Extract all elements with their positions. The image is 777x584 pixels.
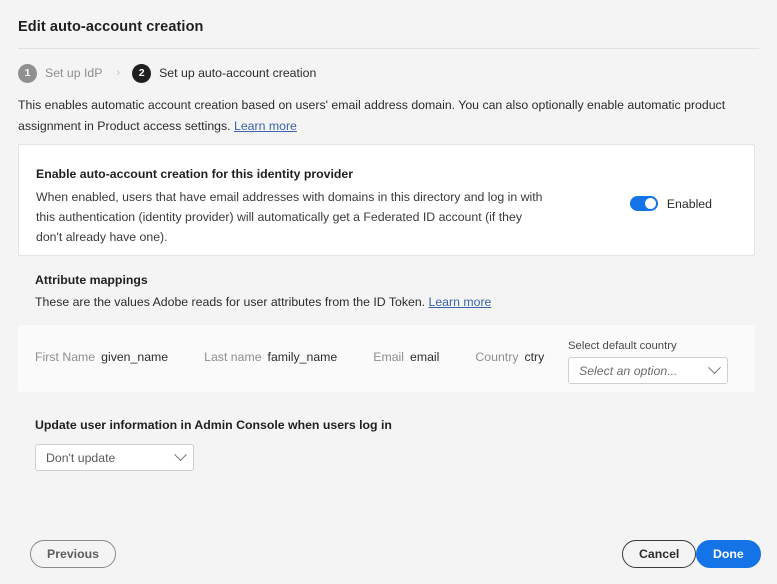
update-user-info-select-value: Don't update bbox=[46, 451, 115, 465]
chevron-down-icon bbox=[174, 448, 187, 461]
attribute-mapping-email: Email email bbox=[373, 350, 439, 364]
default-country-label: Select default country bbox=[568, 340, 728, 352]
toggle-knob-icon bbox=[645, 198, 656, 209]
header-divider bbox=[18, 48, 759, 49]
step-1-number: 1 bbox=[18, 64, 37, 83]
stepper-step-1[interactable]: 1 Set up IdP bbox=[18, 64, 102, 83]
intro-text: This enables automatic account creation … bbox=[18, 98, 725, 133]
attribute-mappings-heading: Attribute mappings bbox=[35, 273, 148, 287]
enable-card-text-block: Enable auto-account creation for this id… bbox=[36, 167, 546, 247]
attribute-mappings-subtext-row: These are the values Adobe reads for use… bbox=[35, 295, 491, 309]
previous-button[interactable]: Previous bbox=[30, 540, 116, 568]
attribute-key: Last name bbox=[204, 350, 261, 364]
attribute-value: ctry bbox=[524, 350, 544, 364]
wizard-stepper: 1 Set up IdP › 2 Set up auto-account cre… bbox=[18, 62, 316, 84]
step-1-label: Set up IdP bbox=[45, 66, 102, 80]
step-2-number: 2 bbox=[132, 64, 151, 83]
attribute-key: Email bbox=[373, 350, 404, 364]
enable-toggle-group: Enabled bbox=[630, 196, 712, 211]
attribute-value: family_name bbox=[268, 350, 338, 364]
enable-auto-account-card: Enable auto-account creation for this id… bbox=[18, 144, 755, 256]
attribute-mapping-last-name: Last name family_name bbox=[204, 350, 337, 364]
stepper-separator-icon: › bbox=[116, 68, 120, 79]
update-user-info-select[interactable]: Don't update bbox=[35, 444, 194, 471]
update-user-info-field: Don't update bbox=[35, 444, 194, 471]
attribute-mapping-country: Country ctry bbox=[475, 350, 544, 364]
done-button[interactable]: Done bbox=[696, 540, 761, 568]
stepper-step-2[interactable]: 2 Set up auto-account creation bbox=[132, 64, 316, 83]
default-country-field: Select default country Select an option.… bbox=[568, 340, 728, 384]
enable-card-description: When enabled, users that have email addr… bbox=[36, 187, 546, 247]
attribute-key: First Name bbox=[35, 350, 95, 364]
attribute-value: given_name bbox=[101, 350, 168, 364]
default-country-select[interactable]: Select an option... bbox=[568, 357, 728, 384]
update-user-info-heading: Update user information in Admin Console… bbox=[35, 418, 392, 432]
attribute-mapping-first-name: First Name given_name bbox=[35, 350, 168, 364]
page-title: Edit auto-account creation bbox=[18, 19, 203, 35]
attribute-mappings-panel: First Name given_name Last name family_n… bbox=[18, 325, 755, 392]
intro-paragraph: This enables automatic account creation … bbox=[18, 95, 753, 137]
attribute-mappings-row: First Name given_name Last name family_n… bbox=[35, 350, 544, 364]
chevron-down-icon bbox=[708, 361, 721, 374]
step-2-label: Set up auto-account creation bbox=[159, 66, 316, 80]
enable-toggle-label: Enabled bbox=[667, 197, 712, 211]
default-country-select-value: Select an option... bbox=[579, 364, 677, 378]
attribute-key: Country bbox=[475, 350, 518, 364]
enable-auto-account-toggle[interactable] bbox=[630, 196, 658, 211]
attribute-value: email bbox=[410, 350, 439, 364]
attribute-mappings-subtext: These are the values Adobe reads for use… bbox=[35, 295, 425, 309]
intro-learn-more-link[interactable]: Learn more bbox=[234, 119, 297, 133]
attribute-mappings-learn-more-link[interactable]: Learn more bbox=[429, 295, 492, 309]
cancel-button[interactable]: Cancel bbox=[622, 540, 696, 568]
enable-card-heading: Enable auto-account creation for this id… bbox=[36, 167, 546, 181]
